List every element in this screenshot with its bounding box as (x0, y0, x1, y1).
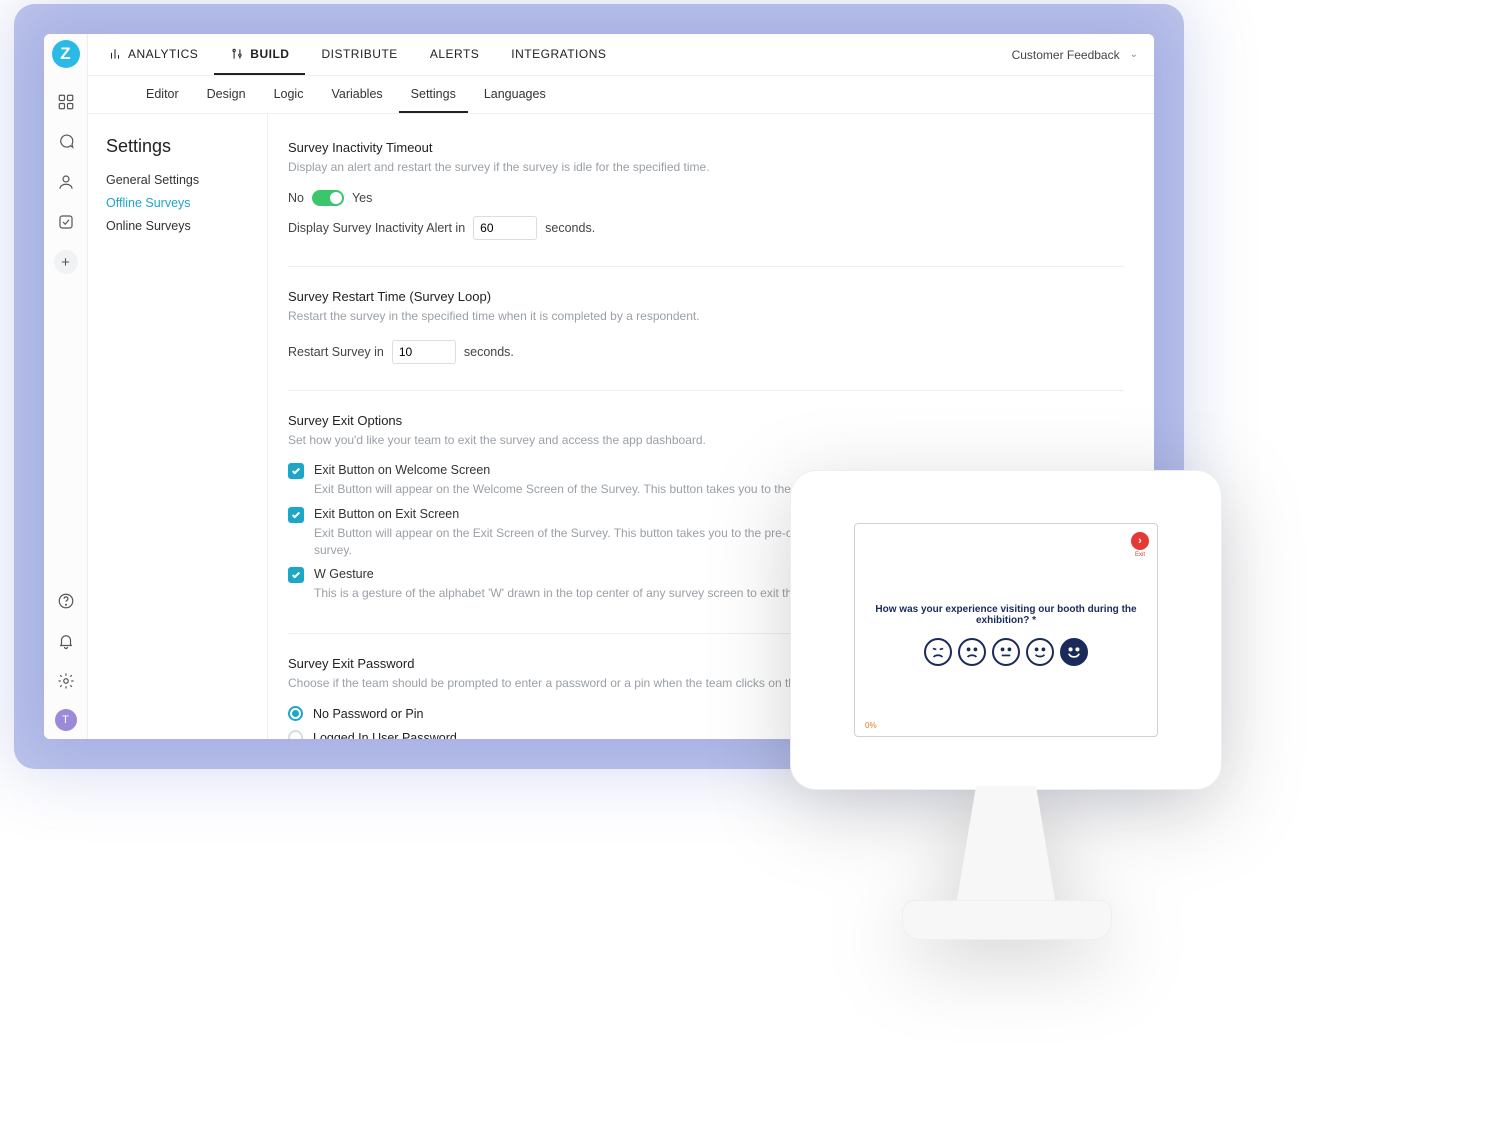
chat-icon[interactable] (55, 131, 77, 153)
kiosk-bezel: › Exit How was your experience visiting … (790, 470, 1222, 790)
user-icon[interactable] (55, 171, 77, 193)
brand-logo[interactable]: Z (52, 40, 80, 68)
face-neutral[interactable] (992, 638, 1020, 666)
tab-logic[interactable]: Logic (262, 76, 316, 113)
inactivity-post-text: seconds. (545, 221, 595, 235)
toggle-no-label: No (288, 191, 304, 205)
tasks-icon[interactable] (55, 211, 77, 233)
face-very-happy[interactable] (1060, 638, 1088, 666)
nav-label: DISTRIBUTE (321, 47, 397, 61)
section-restart: Survey Restart Time (Survey Loop) Restar… (288, 266, 1124, 389)
tab-variables[interactable]: Variables (319, 76, 394, 113)
section-title: Survey Inactivity Timeout (288, 140, 1124, 155)
nav-label: INTEGRATIONS (511, 47, 606, 61)
kiosk-base (902, 900, 1112, 940)
tab-languages[interactable]: Languages (472, 76, 558, 113)
section-title: Survey Restart Time (Survey Loop) (288, 289, 1124, 304)
radio-label: No Password or Pin (313, 707, 423, 721)
kiosk-progress: 0% (865, 721, 877, 730)
sidebar-item-online[interactable]: Online Surveys (106, 219, 267, 233)
section-desc: Display an alert and restart the survey … (288, 159, 1124, 176)
section-title: Survey Exit Options (288, 413, 1124, 428)
check-label: Exit Button on Welcome Screen (314, 463, 490, 477)
section-desc: Restart the survey in the specified time… (288, 308, 1124, 325)
section-inactivity: Survey Inactivity Timeout Display an ale… (288, 136, 1124, 266)
dashboard-icon[interactable] (55, 91, 77, 113)
top-nav: ANALYTICS BUILD DISTRIBUTE ALERTS INTEGR… (88, 34, 1154, 76)
nav-build[interactable]: BUILD (214, 34, 305, 75)
check-label: Exit Button on Exit Screen (314, 507, 459, 521)
nav-label: ALERTS (430, 47, 479, 61)
face-very-unhappy[interactable] (924, 638, 952, 666)
avatar[interactable]: T (55, 709, 77, 731)
tab-settings[interactable]: Settings (399, 76, 468, 113)
left-rail: Z + T (44, 34, 88, 739)
exit-icon: › (1131, 532, 1149, 550)
sidebar-item-offline[interactable]: Offline Surveys (106, 196, 267, 210)
inactivity-pre-text: Display Survey Inactivity Alert in (288, 221, 465, 235)
chevron-down-icon: ⌄ (1130, 49, 1138, 60)
kiosk-faces (865, 638, 1147, 666)
face-unhappy[interactable] (958, 638, 986, 666)
kiosk-neck (956, 786, 1056, 906)
gear-icon[interactable] (55, 670, 77, 692)
radio-label: Logged In User Password (313, 731, 457, 739)
nav-distribute[interactable]: DISTRIBUTE (305, 34, 413, 75)
section-desc: Set how you'd like your team to exit the… (288, 432, 1124, 449)
help-icon[interactable] (55, 590, 77, 612)
radio-icon[interactable] (288, 706, 303, 721)
tab-editor[interactable]: Editor (134, 76, 191, 113)
sidebar-title: Settings (106, 136, 267, 157)
inactivity-toggle[interactable] (312, 190, 344, 206)
checkbox-icon[interactable] (288, 463, 304, 479)
nav-integrations[interactable]: INTEGRATIONS (495, 34, 622, 75)
bell-icon[interactable] (55, 630, 77, 652)
survey-picker[interactable]: Customer Feedback ⌄ (1012, 48, 1144, 62)
survey-picker-label: Customer Feedback (1012, 48, 1120, 62)
restart-pre-text: Restart Survey in (288, 345, 384, 359)
checkbox-icon[interactable] (288, 567, 304, 583)
checkbox-icon[interactable] (288, 507, 304, 523)
nav-label: BUILD (250, 47, 289, 61)
nav-alerts[interactable]: ALERTS (414, 34, 495, 75)
sidebar-item-general[interactable]: General Settings (106, 173, 267, 187)
kiosk-device: › Exit How was your experience visiting … (790, 470, 1222, 1010)
sub-nav: Editor Design Logic Variables Settings L… (88, 76, 1154, 114)
nav-label: ANALYTICS (128, 47, 198, 61)
check-label: W Gesture (314, 567, 374, 581)
nav-analytics[interactable]: ANALYTICS (92, 34, 214, 75)
kiosk-screen: › Exit How was your experience visiting … (854, 523, 1158, 737)
tab-design[interactable]: Design (195, 76, 258, 113)
kiosk-question: How was your experience visiting our boo… (865, 604, 1147, 626)
radio-icon[interactable] (288, 730, 303, 739)
restart-post-text: seconds. (464, 345, 514, 359)
add-button[interactable]: + (54, 250, 78, 274)
toggle-yes-label: Yes (352, 191, 372, 205)
rail-bottom: T (55, 581, 77, 739)
restart-seconds-input[interactable] (392, 340, 456, 364)
inactivity-seconds-input[interactable] (473, 216, 537, 240)
settings-sidebar: Settings General Settings Offline Survey… (88, 114, 268, 739)
face-happy[interactable] (1026, 638, 1054, 666)
kiosk-exit-button[interactable]: › Exit (1131, 532, 1149, 558)
exit-label: Exit (1135, 552, 1145, 558)
